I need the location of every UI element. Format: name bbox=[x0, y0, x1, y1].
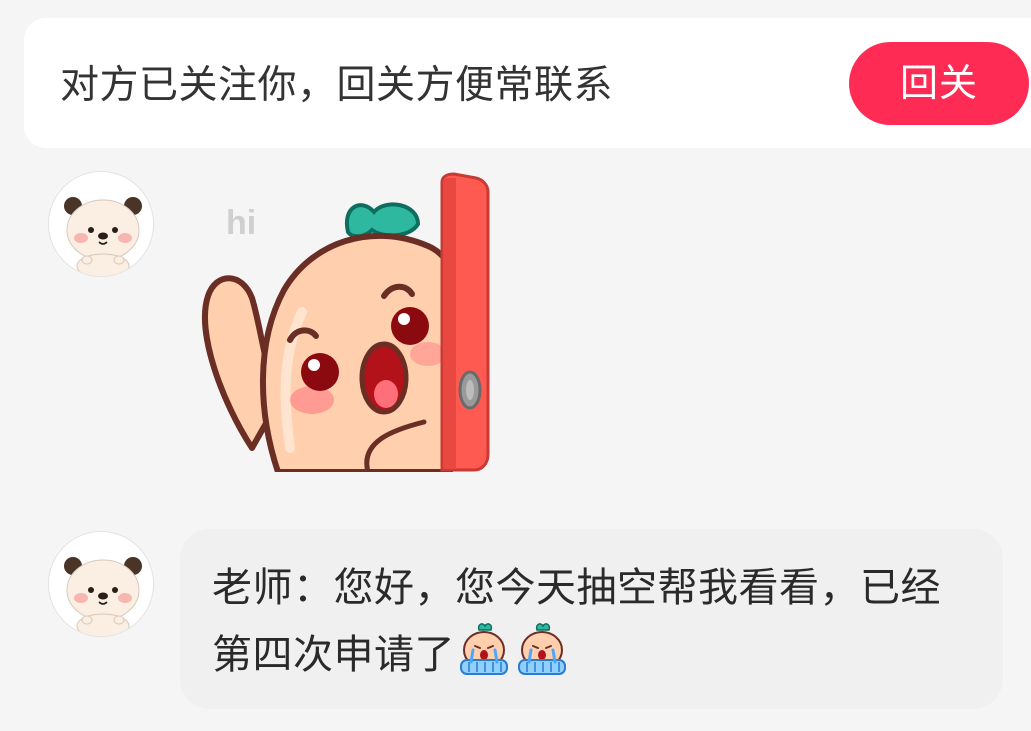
bear-avatar-icon bbox=[49, 172, 153, 276]
message-text-content: 老师：您好，您今天抽空帮我看看，已经第四次申请了 bbox=[212, 565, 941, 678]
crying-peach-emoji-icon bbox=[455, 620, 513, 678]
peach-waving-sticker-icon: hi bbox=[202, 172, 490, 475]
follow-back-banner: 对方已关注你，回关方便常联系 回关 bbox=[24, 18, 1031, 148]
message-text: 老师：您好，您今天抽空帮我看看，已经第四次申请了 bbox=[212, 557, 973, 687]
sender-avatar[interactable] bbox=[48, 171, 154, 277]
sticker-hi-text: hi bbox=[226, 204, 256, 242]
bear-avatar-icon bbox=[49, 532, 153, 636]
crying-peach-emoji-icon bbox=[513, 620, 571, 678]
sender-avatar[interactable] bbox=[48, 531, 154, 637]
message-sticker[interactable]: hi bbox=[192, 172, 492, 475]
follow-back-button[interactable]: 回关 bbox=[849, 42, 1029, 125]
chat-screen: 对方已关注你，回关方便常联系 回关 hi 老师：您好，您今天抽空帮我看看，已经第… bbox=[0, 0, 1031, 731]
follow-back-text: 对方已关注你，回关方便常联系 bbox=[60, 63, 614, 108]
message-bubble[interactable]: 老师：您好，您今天抽空帮我看看，已经第四次申请了 bbox=[180, 529, 1003, 709]
